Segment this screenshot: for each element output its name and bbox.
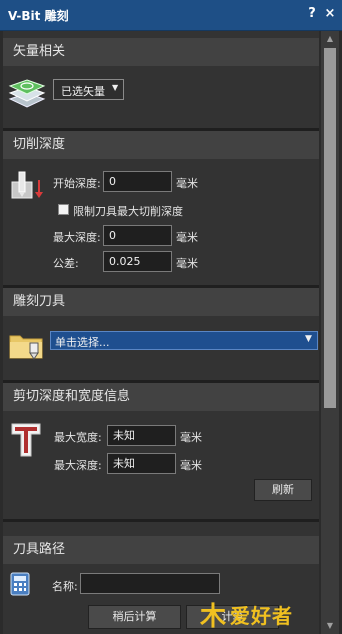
section-header-cut-info: 剪切深度和宽度信息 bbox=[3, 383, 319, 411]
start-depth-unit: 毫米 bbox=[176, 177, 198, 190]
refresh-button[interactable]: 刷新 bbox=[254, 479, 312, 501]
section-header-toolpath: 刀具路径 bbox=[3, 536, 319, 564]
info-max-width-unit: 毫米 bbox=[180, 431, 202, 444]
watermark-logo: 木 爱好者 bbox=[200, 602, 293, 632]
scrollbar-thumb[interactable] bbox=[324, 48, 336, 408]
limit-depth-checkbox[interactable] bbox=[58, 204, 69, 215]
vector-layers-icon bbox=[8, 79, 46, 108]
section-divider bbox=[3, 519, 319, 522]
max-depth-label: 最大深度: bbox=[53, 231, 101, 244]
title-bar: V-Bit 雕刻 ? × bbox=[0, 0, 342, 31]
vector-selection-dropdown[interactable]: 已选矢量 ▼ bbox=[53, 79, 124, 100]
scroll-up-icon[interactable]: ▲ bbox=[321, 32, 339, 46]
window-title: V-Bit 雕刻 bbox=[8, 9, 69, 23]
chevron-down-icon: ▼ bbox=[305, 334, 312, 344]
info-max-depth-label: 最大深度: bbox=[54, 459, 102, 472]
tool-folder-icon bbox=[9, 335, 43, 360]
tool-select-value: 单击选择... bbox=[55, 336, 110, 349]
scroll-down-icon[interactable]: ▼ bbox=[321, 619, 339, 633]
toolpath-name-input[interactable] bbox=[80, 573, 220, 594]
start-depth-input[interactable]: 0 bbox=[103, 171, 172, 192]
watermark-text: 爱好者 bbox=[230, 604, 293, 628]
section-header-vector: 矢量相关 bbox=[3, 38, 319, 66]
limit-depth-label: 限制刀具最大切削深度 bbox=[73, 205, 183, 218]
cut-depth-icon bbox=[11, 171, 43, 199]
info-max-depth-unit: 毫米 bbox=[180, 459, 202, 472]
section-header-cut-depth: 切削深度 bbox=[3, 131, 319, 159]
section-header-tool: 雕刻刀具 bbox=[3, 288, 319, 316]
close-button[interactable]: × bbox=[322, 6, 338, 22]
tool-select-dropdown[interactable]: 单击选择... ▼ bbox=[50, 331, 318, 350]
t-profile-icon bbox=[11, 423, 41, 457]
scrollbar[interactable]: ▲ ▼ bbox=[321, 31, 339, 634]
tolerance-label: 公差: bbox=[53, 257, 79, 270]
info-max-depth-value: 未知 bbox=[107, 453, 176, 474]
toolpath-name-label: 名称: bbox=[52, 580, 78, 593]
tolerance-input[interactable]: 0.025 bbox=[103, 251, 172, 272]
max-depth-unit: 毫米 bbox=[176, 231, 198, 244]
tolerance-unit: 毫米 bbox=[176, 257, 198, 270]
max-depth-input[interactable]: 0 bbox=[103, 225, 172, 246]
calculator-icon bbox=[10, 572, 30, 596]
vector-selection-value: 已选矢量 bbox=[61, 85, 105, 98]
calculate-later-button[interactable]: 稍后计算 bbox=[88, 605, 181, 629]
help-button[interactable]: ? bbox=[304, 6, 320, 22]
info-max-width-label: 最大宽度: bbox=[54, 431, 102, 444]
info-max-width-value: 未知 bbox=[107, 425, 176, 446]
chevron-down-icon: ▼ bbox=[112, 83, 119, 92]
start-depth-label: 开始深度: bbox=[53, 177, 101, 190]
